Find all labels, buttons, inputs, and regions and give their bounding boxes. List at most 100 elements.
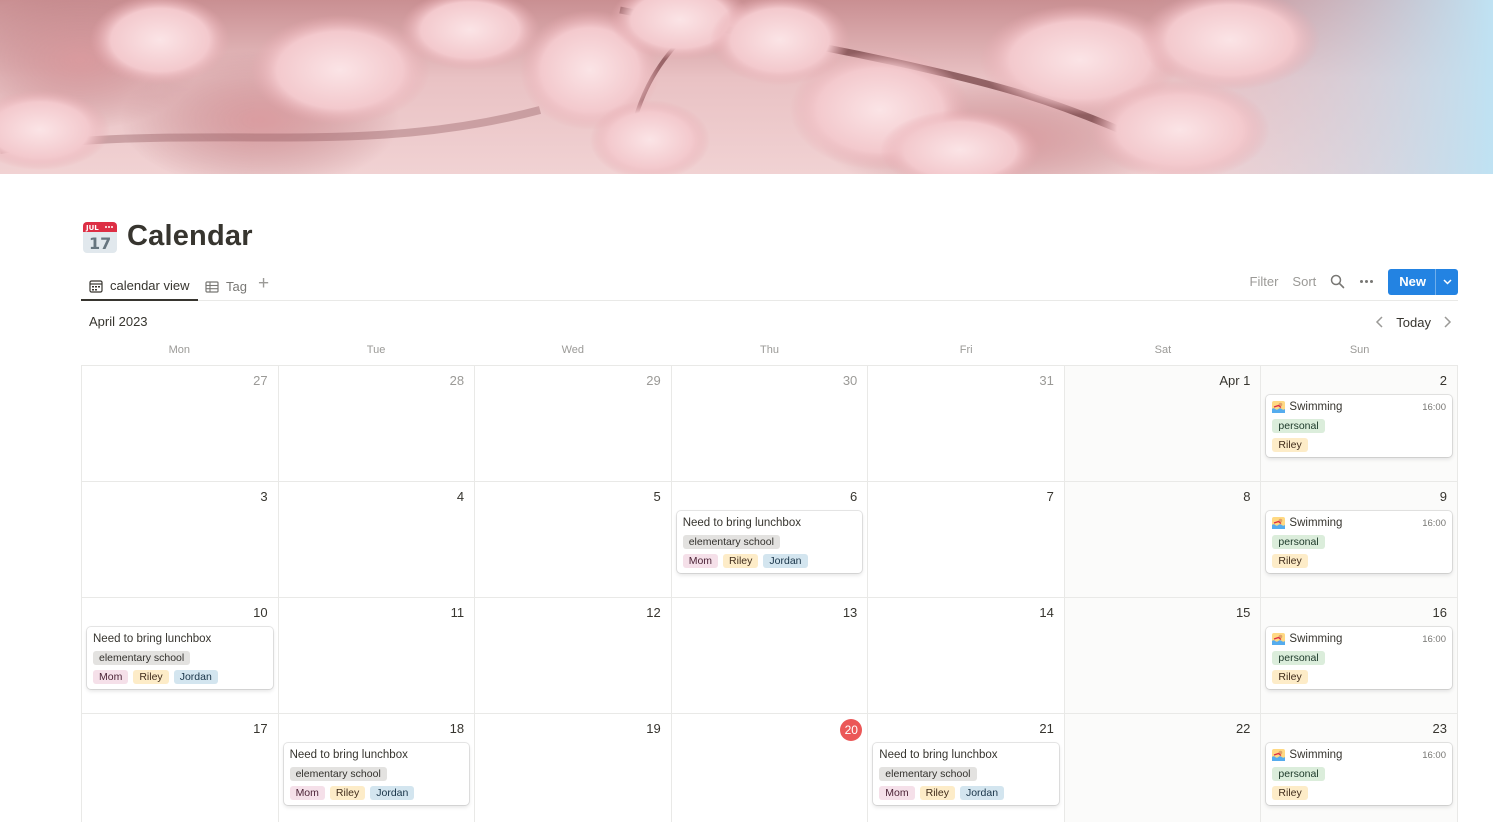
calendar-day-cell[interactable]: 18 Need to bring lunchbox elementary schoo…	[279, 714, 476, 822]
event-title: Swimming	[1289, 401, 1343, 413]
event-card[interactable]: Swimming 16:00 personal Riley	[1266, 395, 1452, 457]
tag-badge: Riley	[1272, 438, 1308, 452]
tag-badge: Riley	[919, 786, 955, 800]
day-number: 13	[842, 605, 858, 620]
day-number: 28	[449, 373, 465, 388]
tab-tag[interactable]: Tag	[205, 272, 247, 301]
tag-badge: Riley	[1272, 786, 1308, 800]
tab-label: calendar view	[110, 278, 190, 293]
tag-row: Riley	[1272, 554, 1446, 568]
sort-button[interactable]: Sort	[1292, 274, 1316, 289]
calendar-day-cell[interactable]: 7	[868, 482, 1065, 598]
event-title-row: Swimming	[1272, 632, 1446, 646]
event-card[interactable]: Swimming 16:00 personal Riley	[1266, 511, 1452, 573]
new-button[interactable]: New	[1388, 269, 1435, 295]
more-icon[interactable]	[1359, 274, 1374, 289]
calendar-day-cell[interactable]: 28	[278, 366, 476, 482]
page-header: JUL 17 Calendar	[82, 216, 253, 256]
calendar-day-cell[interactable]: 17	[82, 714, 279, 822]
calendar-day-cell[interactable]: 13	[671, 598, 869, 714]
tag-row: Mom Riley Jordan	[289, 786, 464, 800]
tag-badge: Riley	[133, 670, 169, 684]
tag-badge: Mom	[682, 554, 719, 568]
weekday-label: Sat	[1154, 344, 1172, 356]
table-icon	[205, 280, 219, 293]
calendar-grid: 27 28 29 30 31 Apr 1 2 Swimming 16:00 personal Ril…	[81, 365, 1458, 822]
event-card[interactable]: Need to bring lunchbox elementary school M…	[87, 627, 273, 689]
day-number: 9	[1439, 489, 1447, 504]
calendar-day-cell[interactable]: 15	[1064, 598, 1262, 714]
calendar-day-cell[interactable]: 21 Need to bring lunchbox elementary schoo…	[868, 714, 1065, 822]
tab-label: Tag	[226, 279, 247, 294]
calendar-day-cell[interactable]: Apr 1	[1064, 366, 1262, 482]
day-number: 27	[253, 373, 268, 388]
event-title: Need to bring lunchbox	[93, 633, 212, 645]
tag-row: elementary school	[289, 767, 464, 781]
event-time: 16:00	[1422, 518, 1446, 529]
event-time: 16:00	[1422, 750, 1446, 761]
calendar-day-cell[interactable]: 20	[672, 714, 869, 822]
event-card[interactable]: Swimming 16:00 personal Riley	[1266, 627, 1452, 689]
swimmer-icon	[1272, 517, 1286, 529]
chevron-right-icon[interactable]	[1439, 314, 1455, 330]
month-navigation: Today	[1372, 312, 1455, 332]
chevron-left-icon[interactable]	[1372, 314, 1388, 330]
calendar-day-cell[interactable]: 30	[671, 366, 869, 482]
view-toolbar: Filter Sort New	[1236, 268, 1458, 295]
tag-row: Mom Riley Jordan	[879, 786, 1053, 800]
weekday-label: Mon	[168, 344, 191, 356]
event-title-row: Swimming	[1272, 400, 1446, 414]
day-number: 14	[1039, 605, 1054, 620]
calendar-day-cell[interactable]: 3	[82, 482, 279, 598]
day-number: 3	[260, 489, 268, 504]
tag-badge: Jordan	[763, 554, 808, 568]
event-title: Need to bring lunchbox	[879, 749, 998, 761]
swimmer-icon	[1272, 749, 1286, 761]
event-title-row: Swimming	[1272, 516, 1446, 530]
tag-badge: Mom	[289, 786, 325, 800]
calendar-day-cell[interactable]: 11	[278, 598, 476, 714]
calendar-day-cell[interactable]: 2 Swimming 16:00 personal Riley	[1261, 366, 1458, 482]
event-card[interactable]: Swimming 16:00 personal Riley	[1266, 743, 1452, 805]
calendar-day-cell[interactable]: 22	[1064, 714, 1262, 822]
calendar-day-cell[interactable]: 29	[475, 366, 672, 482]
calendar-day-cell[interactable]: 16 Swimming 16:00 personal Riley	[1261, 598, 1458, 714]
tag-badge: elementary school	[682, 535, 780, 549]
filter-button[interactable]: Filter	[1250, 274, 1279, 289]
calendar-day-cell[interactable]: 5	[475, 482, 672, 598]
calendar-day-cell[interactable]: 19	[475, 714, 672, 822]
add-view-button[interactable]: +	[258, 274, 269, 294]
swimmer-icon	[1272, 401, 1286, 413]
tab-calendar-view[interactable]: calendar view	[81, 272, 198, 301]
calendar-day-cell[interactable]: 6 Need to bring lunchbox elementary school…	[671, 482, 869, 598]
tag-badge: elementary school	[879, 767, 977, 781]
calendar-day-cell[interactable]: 9 Swimming 16:00 personal Riley	[1261, 482, 1458, 598]
calendar-day-cell[interactable]: 10 Need to bring lunchbox elementary schoo…	[82, 598, 279, 714]
event-title-row: Need to bring lunchbox	[93, 632, 267, 646]
new-dropdown-button[interactable]	[1435, 268, 1458, 295]
swimmer-icon	[1272, 633, 1286, 645]
calendar-day-cell[interactable]: 8	[1064, 482, 1262, 598]
tag-badge: Riley	[1272, 554, 1308, 568]
tag-badge: personal	[1272, 535, 1325, 549]
day-number: 11	[450, 605, 465, 620]
event-card[interactable]: Need to bring lunchbox elementary school M…	[873, 743, 1059, 805]
cherry-blossom-cover-art	[0, 0, 1493, 174]
today-button[interactable]: Today	[1396, 315, 1431, 330]
calendar-day-cell[interactable]: 23 Swimming 16:00 personal Riley	[1261, 714, 1458, 822]
search-icon[interactable]	[1330, 274, 1345, 289]
event-card[interactable]: Need to bring lunchbox elementary school M…	[676, 511, 863, 573]
new-button-group: New	[1388, 268, 1458, 295]
tag-row: personal	[1272, 651, 1446, 665]
calendar-day-cell[interactable]: 12	[475, 598, 672, 714]
today-day-number: 20	[840, 719, 863, 741]
event-card[interactable]: Need to bring lunchbox elementary school M…	[283, 743, 470, 805]
calendar-day-cell[interactable]: 14	[868, 598, 1065, 714]
calendar-day-cell[interactable]: 4	[278, 482, 476, 598]
calendar-day-cell[interactable]: 31	[868, 366, 1065, 482]
event-title-row: Need to bring lunchbox	[683, 516, 857, 530]
tag-badge: Riley	[329, 786, 366, 800]
tag-row: elementary school	[879, 767, 1053, 781]
weekday-label: Thu	[760, 344, 779, 356]
calendar-day-cell[interactable]: 27	[82, 366, 279, 482]
